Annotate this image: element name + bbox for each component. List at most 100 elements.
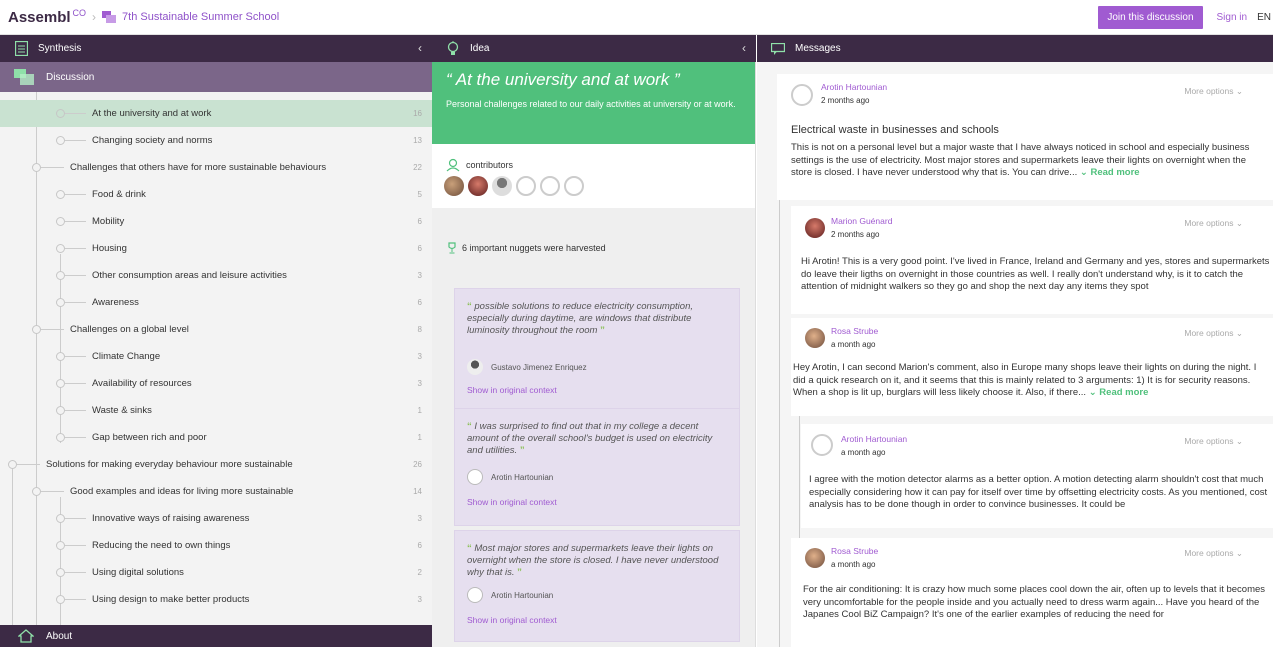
tree-node-icon[interactable]	[56, 217, 65, 226]
sidebar-item[interactable]: Other consumption areas and leisure acti…	[0, 262, 432, 289]
message-author[interactable]: Rosa Strube	[831, 326, 878, 336]
sign-in-link[interactable]: Sign in	[1217, 12, 1248, 23]
sidebar-item-label: Challenges that others have for more sus…	[70, 162, 327, 173]
avatar[interactable]	[516, 176, 536, 196]
sidebar-item[interactable]: Solutions for making everyday behaviour …	[0, 451, 432, 478]
lightbulb-icon	[444, 40, 462, 57]
avatar[interactable]	[468, 176, 488, 196]
read-more-link[interactable]: ⌄ Read more	[1080, 167, 1140, 178]
tree-node-icon[interactable]	[56, 379, 65, 388]
sidebar-item-label: Waste & sinks	[92, 405, 152, 416]
tree-node-icon[interactable]	[56, 244, 65, 253]
tree-node-icon[interactable]	[56, 433, 65, 442]
idea-description: Personal challenges related to our daily…	[446, 99, 736, 109]
tree-node-icon[interactable]	[56, 595, 65, 604]
contributors-block: contributors	[432, 144, 755, 208]
sidebar-item-count: 3	[417, 271, 422, 280]
language-selector[interactable]: EN	[1257, 12, 1271, 23]
tree-node-icon[interactable]	[56, 298, 65, 307]
message-author[interactable]: Marion Guénard	[831, 216, 892, 226]
sidebar-item[interactable]: Changing society and norms 13	[0, 127, 432, 154]
avatar[interactable]	[805, 218, 825, 238]
sidebar-item[interactable]: Gap between rich and poor 1	[0, 424, 432, 451]
assembl-logo[interactable]: Assembl CO	[8, 8, 86, 26]
avatar[interactable]	[811, 434, 833, 456]
sidebar-item[interactable]: Mobility 6	[0, 208, 432, 235]
nugget-author[interactable]: Gustavo Jimenez Enriquez	[467, 359, 587, 375]
discussion-label: Discussion	[46, 71, 95, 83]
message-card: Arotin Hartounian 2 months ago More opti…	[777, 74, 1273, 200]
tree-node-icon[interactable]	[56, 109, 65, 118]
tree-node-icon[interactable]	[56, 568, 65, 577]
show-context-link[interactable]: Show in original context	[467, 497, 557, 507]
breadcrumb-title[interactable]: 7th Sustainable Summer School	[122, 11, 279, 23]
avatar[interactable]	[805, 328, 825, 348]
tree-node-icon[interactable]	[32, 163, 41, 172]
tree-node-icon[interactable]	[56, 271, 65, 280]
more-options-button[interactable]: More options ⌄	[1184, 328, 1243, 339]
user-icon	[446, 158, 460, 172]
tree-node-icon[interactable]	[56, 190, 65, 199]
message-card: Arotin Hartounian a month ago More optio…	[801, 424, 1273, 528]
sidebar-item[interactable]: Availability of resources 3	[0, 370, 432, 397]
join-discussion-button[interactable]: Join this discussion	[1098, 6, 1203, 29]
message-author[interactable]: Arotin Hartounian	[821, 82, 887, 92]
tree-node-icon[interactable]	[32, 325, 41, 334]
sidebar-item-count: 26	[413, 460, 422, 469]
avatar[interactable]	[564, 176, 584, 196]
avatar[interactable]	[791, 84, 813, 106]
sidebar-item[interactable]: Challenges that others have for more sus…	[0, 154, 432, 181]
discussion-row[interactable]: Discussion	[0, 62, 432, 92]
sidebar-item[interactable]: Using digital solutions 2	[0, 559, 432, 586]
idea-panel-title: Idea	[470, 43, 490, 54]
sidebar-item-label: Innovative ways of raising awareness	[92, 513, 250, 524]
more-options-button[interactable]: More options ⌄	[1184, 548, 1243, 559]
tree-node-icon[interactable]	[56, 541, 65, 550]
sidebar-item[interactable]: Challenges on a global level 8	[0, 316, 432, 343]
trophy-icon	[448, 242, 456, 254]
tree-node-icon[interactable]	[56, 514, 65, 523]
collapse-idea-icon[interactable]: ‹	[742, 41, 746, 55]
sidebar-item[interactable]: Waste & sinks 1	[0, 397, 432, 424]
synthesis-header[interactable]: Synthesis ‹	[0, 35, 432, 62]
message-body: Hey Arotin, I can second Marion's commen…	[793, 362, 1257, 398]
sidebar-item[interactable]: Food & drink 5	[0, 181, 432, 208]
sidebar-item[interactable]: Climate Change 3	[0, 343, 432, 370]
sidebar-item[interactable]: Awareness 6	[0, 289, 432, 316]
avatar[interactable]	[805, 548, 825, 568]
tree-node-icon[interactable]	[32, 487, 41, 496]
collapse-synthesis-icon[interactable]: ‹	[418, 41, 422, 55]
sidebar-item[interactable]: Housing 6	[0, 235, 432, 262]
message-card: Rosa Strube a month ago More options ⌄ H…	[791, 318, 1273, 416]
about-row[interactable]: About	[0, 625, 432, 647]
messages-header[interactable]: Messages	[757, 35, 1273, 62]
sidebar-item[interactable]: At the university and at work 16	[0, 100, 432, 127]
sidebar-item[interactable]: Reducing the need to own things 6	[0, 532, 432, 559]
avatar[interactable]	[444, 176, 464, 196]
message-author[interactable]: Arotin Hartounian	[841, 434, 907, 444]
tree-node-icon[interactable]	[8, 460, 17, 469]
sidebar-item[interactable]: Innovative ways of raising awareness 3	[0, 505, 432, 532]
sidebar-item-label: Solutions for making everyday behaviour …	[46, 459, 293, 470]
sidebar-item[interactable]: Good examples and ideas for living more …	[0, 478, 432, 505]
messages-panel-title: Messages	[795, 43, 841, 54]
more-options-button[interactable]: More options ⌄	[1184, 218, 1243, 229]
avatar[interactable]	[540, 176, 560, 196]
tree-node-icon[interactable]	[56, 352, 65, 361]
sidebar-item[interactable]: Using design to make better products 3	[0, 586, 432, 613]
nugget-card: “ I was surprised to find out that in my…	[454, 408, 740, 526]
message-author[interactable]: Rosa Strube	[831, 546, 878, 556]
show-context-link[interactable]: Show in original context	[467, 385, 557, 395]
idea-panel: “ At the university and at work ” Person…	[432, 62, 756, 647]
idea-header[interactable]: Idea ‹	[432, 35, 756, 62]
show-context-link[interactable]: Show in original context	[467, 615, 557, 625]
more-options-button[interactable]: More options ⌄	[1184, 436, 1243, 447]
read-more-link[interactable]: ⌄ Read more	[1089, 387, 1149, 398]
nugget-author[interactable]: Arotin Hartounian	[467, 469, 553, 485]
nugget-author[interactable]: Arotin Hartounian	[467, 587, 553, 603]
more-options-button[interactable]: More options ⌄	[1184, 86, 1243, 97]
message-body: For the air conditioning: It is crazy ho…	[803, 584, 1266, 620]
tree-node-icon[interactable]	[56, 406, 65, 415]
avatar[interactable]	[492, 176, 512, 196]
tree-node-icon[interactable]	[56, 136, 65, 145]
